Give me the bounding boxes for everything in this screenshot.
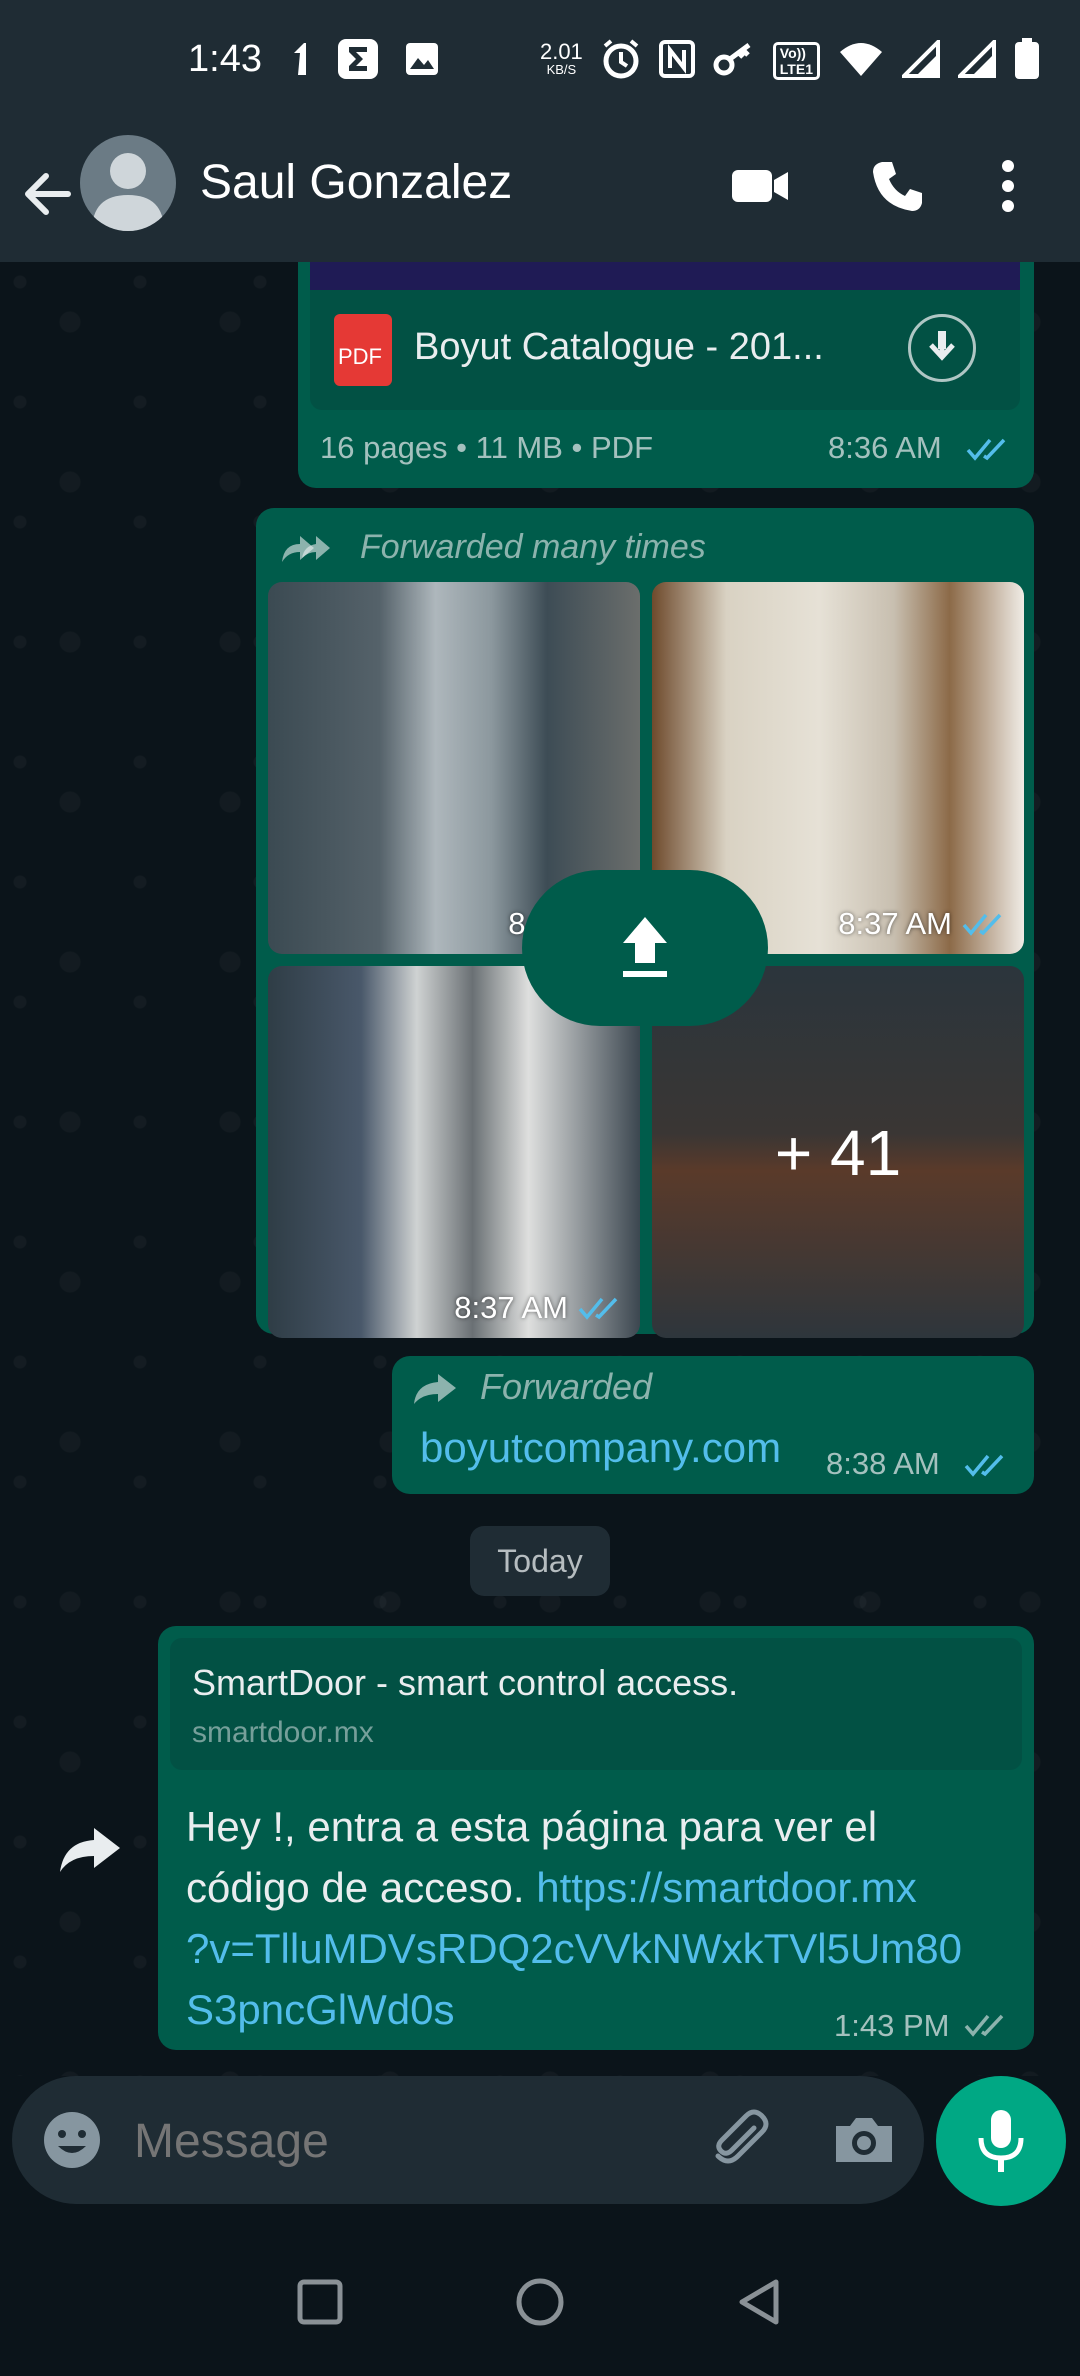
photo-time: 8:37 AM	[838, 906, 952, 941]
download-button[interactable]	[908, 314, 976, 382]
microphone-icon	[978, 2110, 1024, 2172]
chat-area[interactable]: PDF Boyut Catalogue - 201... 16 pages • …	[0, 262, 1080, 2076]
upload-arrow-icon	[623, 917, 667, 977]
read-ticks-icon	[962, 913, 1002, 936]
camera-icon	[836, 2118, 892, 2162]
square-icon	[297, 2279, 343, 2325]
message-text: Hey !, entra a esta página para ver el c…	[186, 1796, 1016, 2040]
forward-shortcut-button[interactable]	[46, 1806, 136, 1896]
home-button[interactable]	[510, 2272, 570, 2332]
triangle-back-icon	[739, 2279, 779, 2325]
message-input[interactable]	[132, 2106, 676, 2176]
circle-icon	[516, 2278, 564, 2326]
notification-icon	[290, 39, 312, 84]
download-arrow-icon	[929, 331, 955, 361]
voice-call-button[interactable]	[868, 156, 928, 216]
smartdoor-time: 1:43 PM	[834, 2008, 950, 2043]
sigma-app-icon	[336, 37, 380, 86]
default-avatar-icon	[92, 153, 164, 231]
more-options-button[interactable]	[988, 156, 1028, 216]
alarm-icon	[601, 38, 641, 85]
wifi-icon	[838, 40, 884, 83]
emoji-button[interactable]	[40, 2108, 104, 2172]
video-call-button[interactable]	[730, 156, 790, 216]
camera-button[interactable]	[830, 2106, 898, 2174]
message-composer	[12, 2076, 924, 2204]
phone-icon	[873, 162, 922, 211]
voice-message-button[interactable]	[936, 2076, 1066, 2206]
status-notification-icons	[290, 36, 440, 86]
forwarded-label: Forwarded	[480, 1366, 653, 1407]
recent-apps-button[interactable]	[290, 2272, 350, 2332]
gallery-icon	[404, 41, 440, 82]
nfc-icon	[658, 39, 695, 83]
read-ticks-icon	[966, 438, 1006, 461]
date-divider: Today	[470, 1526, 610, 1596]
status-time: 1:43	[188, 38, 262, 80]
signal-icon-1	[899, 36, 940, 83]
more-vertical-icon	[1002, 160, 1014, 212]
key-icon	[713, 41, 755, 82]
signal-icon-2	[955, 36, 996, 83]
video-camera-icon	[732, 170, 788, 202]
pdf-message-bubble[interactable]: PDF Boyut Catalogue - 201... 16 pages • …	[298, 262, 1034, 488]
read-ticks-icon	[964, 1454, 1004, 1477]
read-ticks-icon	[578, 1297, 618, 1320]
link-message-bubble[interactable]: Forwarded boyutcompany.com 8:38 AM	[392, 1356, 1034, 1494]
pdf-attachment-card[interactable]: PDF Boyut Catalogue - 201...	[310, 290, 1020, 410]
smartdoor-link-continued[interactable]: ?v=TlluMDVsRDQ2cVVkNWxkTVl5Um80	[186, 1918, 1016, 1979]
smartdoor-message-bubble[interactable]: SmartDoor - smart control access. smartd…	[158, 1626, 1034, 2050]
avatar[interactable]	[80, 135, 176, 231]
contact-name[interactable]: Saul Gonzalez	[200, 155, 512, 210]
sent-ticks-icon	[964, 2014, 1004, 2037]
paperclip-icon	[715, 2109, 769, 2164]
pdf-thumbnail-strip	[310, 262, 1020, 290]
share-arrow-icon	[60, 1828, 120, 1872]
smartdoor-link[interactable]: https://smartdoor.mx	[536, 1864, 916, 1911]
pdf-file-name: Boyut Catalogue - 201...	[414, 326, 824, 368]
status-system-icons: 2.01 KB/S Vo)) LTE1	[540, 34, 1040, 88]
link-preview-domain: smartdoor.mx	[192, 1716, 374, 1749]
attach-button[interactable]	[706, 2106, 774, 2174]
arrow-left-icon	[25, 173, 71, 215]
status-bar: 1:43 2.01 KB/S Vo)) LTE1	[0, 0, 1080, 124]
link-preview-card[interactable]: SmartDoor - smart control access. smartd…	[170, 1638, 1022, 1770]
back-button[interactable]	[18, 164, 78, 224]
system-navigation-bar	[0, 2222, 1080, 2376]
battery-icon	[1014, 37, 1040, 85]
forwarded-icon	[414, 1374, 456, 1404]
photo-time: 8:37 AM	[454, 1290, 568, 1325]
back-nav-button[interactable]	[730, 2272, 790, 2332]
network-speed: 2.01 KB/S	[539, 39, 583, 78]
pdf-details: 16 pages • 11 MB • PDF	[320, 430, 654, 465]
pdf-file-icon: PDF	[334, 314, 392, 386]
volte-badge: Vo)) LTE1	[772, 42, 820, 80]
emoji-icon	[44, 2112, 100, 2168]
forwarded-many-icon	[282, 536, 330, 562]
link-message-time: 8:38 AM	[826, 1446, 940, 1481]
pdf-time: 8:36 AM	[828, 430, 942, 465]
forwarded-many-label: Forwarded many times	[360, 528, 706, 566]
link-preview-title: SmartDoor - smart control access.	[192, 1662, 739, 1703]
more-photos-count: + 41	[774, 1117, 902, 1189]
link-text[interactable]: boyutcompany.com	[420, 1424, 781, 1472]
upload-button[interactable]	[522, 870, 768, 1026]
